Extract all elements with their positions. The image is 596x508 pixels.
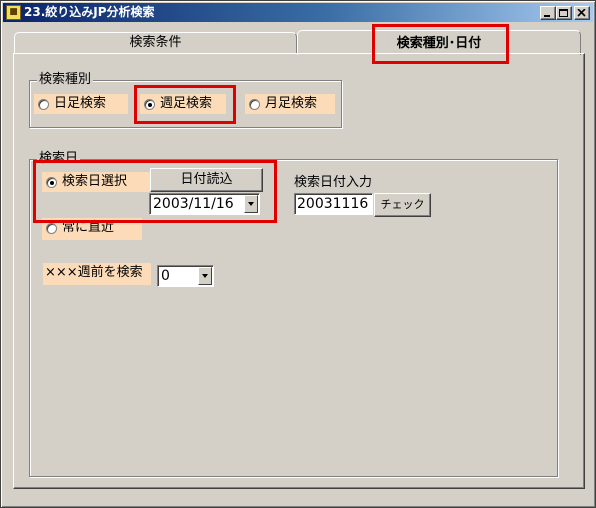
radio-always-latest[interactable]: 常に直近 [42, 218, 142, 240]
chevron-down-icon[interactable] [198, 267, 212, 285]
tab-search-conditions[interactable]: 検索条件 [14, 32, 297, 54]
tab-panel: 検索種別 日足検索 週足検索 月足検索 検索日 検索日選択 日付読込 2003/… [13, 53, 585, 489]
radio-label: 日足検索 [54, 96, 107, 111]
date-combo-value: 2003/11/16 [153, 196, 234, 212]
tab-search-type-date[interactable]: 検索種別･日付 [297, 30, 581, 55]
radio-button-icon [46, 223, 57, 234]
weeks-before-label: ×××週前を検索 [43, 263, 151, 285]
radio-button-icon [38, 99, 49, 110]
weeks-before-text: ×××週前を検索 [45, 265, 143, 280]
close-icon [577, 9, 586, 17]
tab-label: 検索条件 [129, 35, 182, 50]
close-button[interactable] [574, 6, 590, 20]
read-date-button[interactable]: 日付読込 [150, 168, 263, 192]
search-type-group-title: 検索種別 [37, 72, 94, 87]
search-date-group-title: 検索日 [37, 151, 81, 166]
weeks-before-combo[interactable]: 0 [157, 265, 214, 287]
radio-button-icon [249, 99, 260, 110]
button-label: チェック [380, 198, 425, 211]
radio-daily-search[interactable]: 日足検索 [34, 94, 128, 114]
radio-label: 検索日選択 [62, 174, 128, 189]
tab-label: 検索種別･日付 [396, 36, 482, 51]
radio-weekly-search[interactable]: 週足検索 [140, 94, 226, 114]
app-icon[interactable]: ■ [6, 5, 21, 20]
radio-label: 月足検索 [265, 96, 318, 111]
date-input-label: 検索日付入力 [294, 175, 373, 190]
button-label: 日付読込 [180, 172, 233, 187]
radio-label: 週足検索 [160, 96, 213, 111]
date-combo[interactable]: 2003/11/16 [149, 193, 260, 215]
date-input-field[interactable]: 20031116 [294, 193, 373, 215]
maximize-button[interactable] [556, 6, 572, 20]
radio-button-icon [46, 177, 57, 188]
window-title: 23.絞り込みJP分析検索 [24, 5, 155, 19]
weeks-before-value: 0 [161, 268, 170, 284]
title-bar[interactable]: ■ 23.絞り込みJP分析検索 [3, 3, 593, 22]
radio-button-icon [144, 99, 155, 110]
radio-monthly-search[interactable]: 月足検索 [245, 94, 335, 114]
check-button[interactable]: チェック [374, 193, 431, 217]
radio-select-search-date[interactable]: 検索日選択 [42, 172, 150, 192]
radio-label: 常に直近 [62, 220, 115, 235]
application-window: ■ 23.絞り込みJP分析検索 検索条件 検索種別･日付 検索種別 日足検索 週… [0, 0, 596, 508]
chevron-down-icon[interactable] [244, 195, 258, 213]
minimize-icon [544, 15, 550, 17]
maximize-icon [559, 9, 568, 17]
minimize-button[interactable] [540, 6, 556, 20]
date-input-value: 20031116 [297, 196, 369, 212]
